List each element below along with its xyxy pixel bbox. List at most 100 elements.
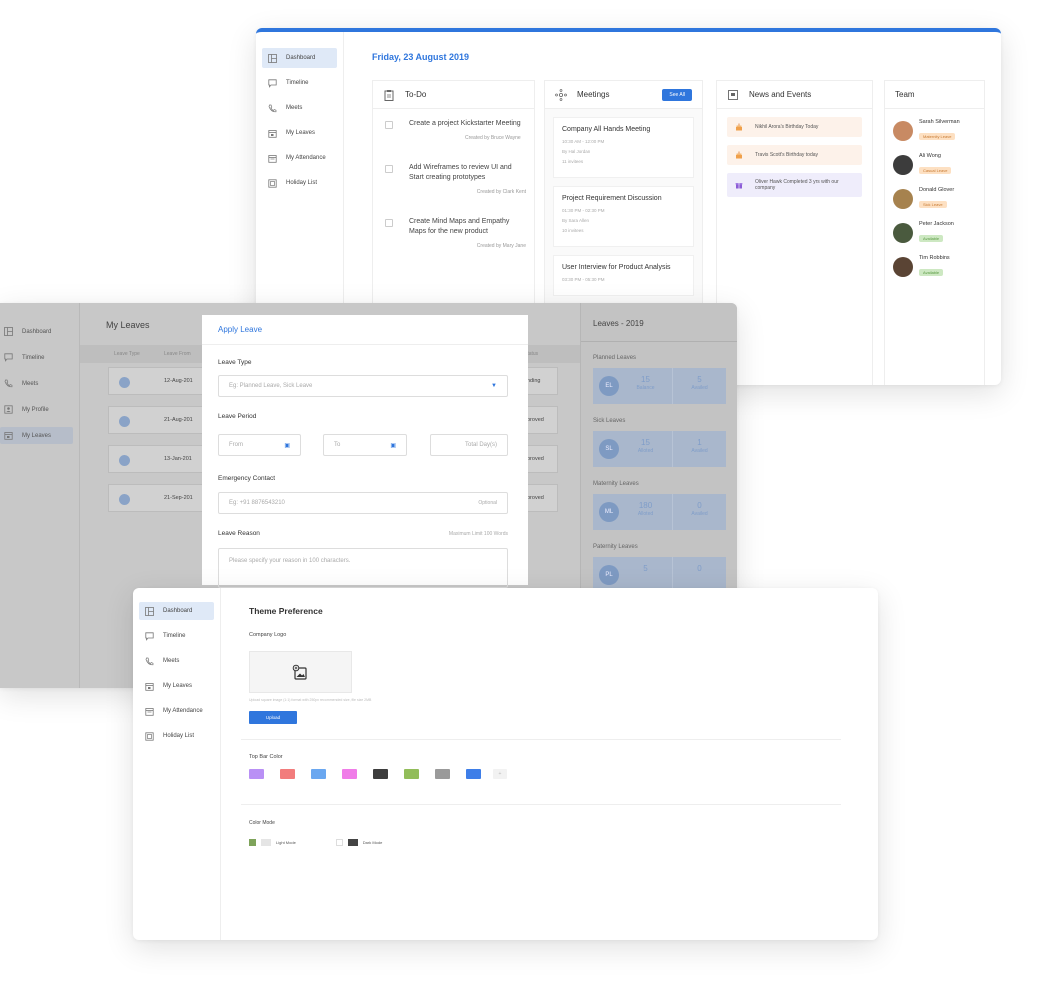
todo-checkbox[interactable] (385, 219, 393, 227)
emergency-contact-field[interactable]: Eg: +91 8876543210 Optional (218, 492, 508, 514)
color-swatch[interactable] (466, 769, 481, 779)
chat-icon (4, 353, 13, 362)
leave-status: proved (527, 456, 544, 462)
from-date-field[interactable]: From ▣ (218, 434, 301, 456)
team-member[interactable]: Tim Robbins Available (885, 250, 984, 279)
team-header: Team (885, 81, 984, 109)
light-mode-radio[interactable] (249, 839, 256, 846)
see-all-button[interactable]: See All (662, 88, 692, 101)
leave-code-badge: ML (599, 502, 619, 522)
total-days-field[interactable]: Total Day(s) (430, 434, 508, 456)
sidebar-item-label: Dashboard (163, 608, 193, 614)
sidebar-item-holiday-list[interactable]: Holiday List (262, 173, 337, 193)
sidebar-item-meets[interactable]: Meets (262, 98, 337, 118)
phone-icon (4, 379, 13, 388)
add-color-button[interactable]: + (493, 769, 507, 779)
color-swatch[interactable] (249, 769, 264, 779)
color-swatch[interactable] (404, 769, 419, 779)
leave-balance-value: 15 (641, 375, 650, 384)
color-swatch[interactable] (435, 769, 450, 779)
leave-section-label: Sick Leaves (593, 418, 626, 424)
leave-reason-textarea[interactable]: Please specify your reason in 100 charac… (218, 548, 508, 588)
sidebar-item-my-leaves[interactable]: My Leaves (0, 427, 73, 444)
leave-type-placeholder: Eg: Planned Leave, Sick Leave (229, 383, 313, 389)
team-list: Sarah Silverman Maternity Leave Ali Wong Ca… (885, 114, 984, 279)
meeting-card[interactable]: Company All Hands Meeting 10:30 AM - 12:0… (553, 117, 694, 178)
news-text: Nikhil Arora's Birthday Today (755, 124, 819, 130)
member-info: Peter Jackson Available (919, 221, 954, 245)
sidebar-item-timeline[interactable]: Timeline (139, 627, 214, 645)
chat-icon (268, 78, 277, 88)
leave-balance-label: Balance (636, 385, 655, 391)
profile-icon (4, 405, 13, 414)
news-list: Nikhil Arora's Birthday Today Travis Scot… (717, 117, 872, 197)
leave-type-select[interactable]: Eg: Planned Leave, Sick Leave ▼ (218, 375, 508, 397)
sidebar-item-label: My Leaves (22, 432, 52, 439)
todo-checkbox[interactable] (385, 165, 393, 173)
dashboard-icon (4, 327, 13, 336)
leave-availed: 1 Availed (672, 431, 726, 467)
sidebar-item-meets[interactable]: Meets (139, 652, 214, 670)
leave-balance-value: 180 (638, 501, 653, 510)
sidebar-item-timeline[interactable]: Timeline (0, 349, 73, 366)
column-header: Leave Type (114, 351, 140, 357)
news-title: News and Events (749, 90, 812, 99)
theme-window: Dashboard Timeline Meets My Leaves My Attend… (133, 588, 878, 940)
sidebar-item-label: My Attendance (286, 155, 326, 161)
sidebar-item-my-attendance[interactable]: My Attendance (139, 702, 214, 720)
team-member[interactable]: Sarah Silverman Maternity Leave (885, 114, 984, 143)
team-member[interactable]: Peter Jackson Available (885, 216, 984, 245)
sidebar-item-dashboard[interactable]: Dashboard (262, 48, 337, 68)
leave-code-badge: SL (599, 439, 619, 459)
calendar-check-icon (268, 154, 277, 163)
divider (241, 739, 841, 740)
dark-mode-radio[interactable] (335, 839, 343, 846)
summary-title: Leaves - 2019 (593, 319, 644, 328)
team-member[interactable]: Donald Glover Sick Leave (885, 182, 984, 211)
color-swatch[interactable] (280, 769, 295, 779)
leave-code-badge: PL (599, 565, 619, 585)
color-swatch[interactable] (311, 769, 326, 779)
sidebar-item-my-leaves[interactable]: My Leaves (262, 123, 337, 143)
leave-balance-box: SL 15 Alloted 1 Availed (593, 431, 726, 467)
calendar-icon (4, 431, 13, 440)
leave-balance-box: ML 180 Alloted 0 Availed (593, 494, 726, 530)
calendar-icon: ▣ (390, 442, 396, 449)
leave-balance-value: 5 (643, 564, 648, 573)
sidebar-item-holiday-list[interactable]: Holiday List (139, 727, 214, 745)
leave-balance-label: Alloted (637, 511, 654, 517)
todo-text: Create Mind Maps and Empathy Maps for th… (409, 217, 526, 251)
meeting-card[interactable]: Project Requirement Discussion 01:30 PM -… (553, 186, 694, 247)
sidebar-item-dashboard[interactable]: Dashboard (0, 323, 73, 340)
color-swatch[interactable] (342, 769, 357, 779)
dark-mode-label: Dark Mode (362, 840, 383, 845)
sidebar-item-timeline[interactable]: Timeline (262, 73, 337, 93)
logo-upload-area[interactable] (249, 651, 352, 693)
meeting-by: By Hal Jordan (562, 149, 591, 154)
leave-type-label: Leave Type (218, 359, 252, 366)
sidebar-item-dashboard[interactable]: Dashboard (139, 602, 214, 620)
leave-status: proved (527, 417, 544, 423)
upload-button[interactable]: Upload (249, 711, 297, 724)
leave-availed-label: Availed (691, 511, 708, 517)
to-date-field[interactable]: To ▣ (323, 434, 407, 456)
todo-title: Create a project Kickstarter Meeting (409, 120, 521, 127)
todo-checkbox[interactable] (385, 121, 393, 129)
news-text: Travis Scott's Birthday today (755, 152, 819, 158)
chat-icon (145, 631, 154, 641)
gift-icon (735, 181, 743, 189)
team-member[interactable]: Ali Wong Casual Leave (885, 148, 984, 177)
leave-from-date: 21-Sep-201 (164, 495, 193, 501)
meeting-card[interactable]: User Interview for Product Analysis 03:30… (553, 255, 694, 296)
meeting-title: Company All Hands Meeting (562, 126, 651, 133)
todo-header: To-Do (373, 81, 534, 109)
member-info: Ali Wong Casual Leave (919, 153, 952, 177)
sidebar-item-my-profile[interactable]: My Profile (0, 401, 73, 418)
sidebar-item-meets[interactable]: Meets (0, 375, 73, 392)
sidebar-item-my-attendance[interactable]: My Attendance (262, 148, 337, 168)
optional-hint: Optional (478, 500, 497, 506)
sidebar-item-my-leaves[interactable]: My Leaves (139, 677, 214, 695)
avatar (893, 155, 913, 175)
color-swatch[interactable] (373, 769, 388, 779)
leave-section-label: Paternity Leaves (593, 544, 638, 550)
